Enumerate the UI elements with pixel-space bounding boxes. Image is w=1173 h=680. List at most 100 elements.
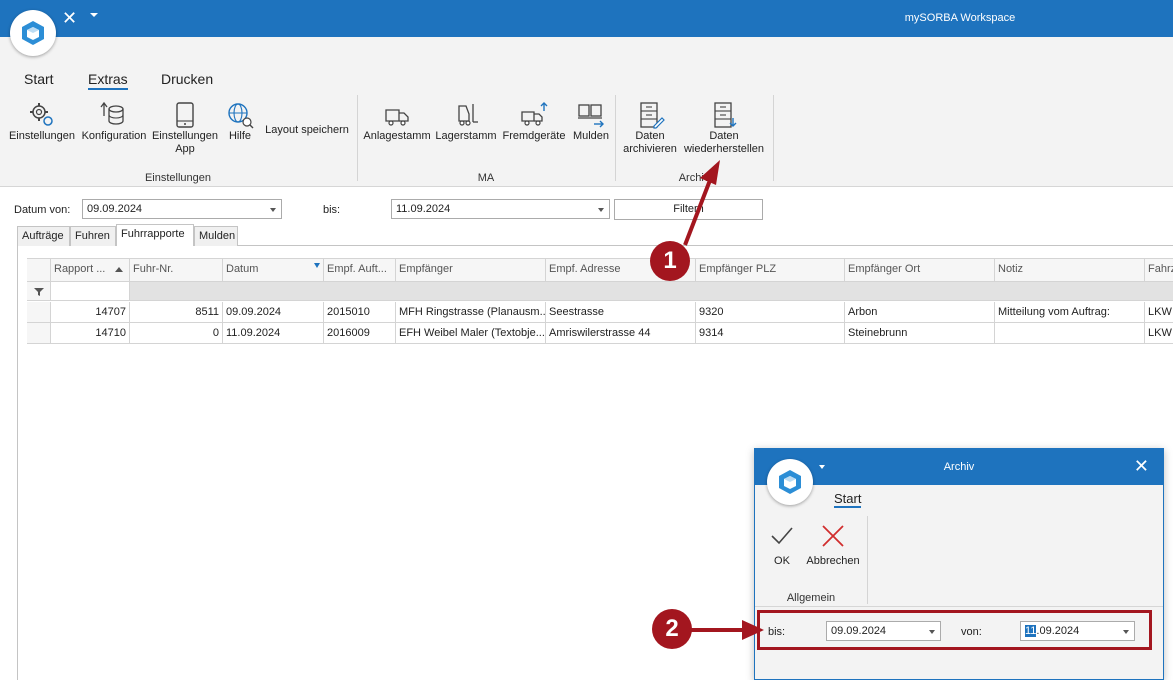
einstellungen-app-button[interactable]: Einstellungen App bbox=[150, 100, 220, 156]
column-header[interactable]: Empf. Auft... bbox=[324, 259, 396, 281]
daten-archivieren-label: Daten archivieren bbox=[623, 130, 677, 155]
hilfe-button[interactable]: Hilfe bbox=[222, 100, 258, 143]
filter-cell[interactable] bbox=[51, 282, 130, 300]
cell[interactable]: 14710 bbox=[51, 323, 130, 343]
annotation-marker-1: 1 bbox=[650, 241, 690, 281]
cell[interactable]: Seestrasse bbox=[546, 302, 696, 322]
column-header[interactable]: Fahrz bbox=[1145, 259, 1173, 281]
chevron-down-icon bbox=[598, 208, 604, 212]
daten-wiederherstellen-button[interactable]: Daten wiederherstellen bbox=[682, 100, 766, 156]
cell[interactable] bbox=[995, 323, 1145, 343]
datum-von-combo[interactable]: 09.09.2024 bbox=[82, 199, 282, 219]
row-indicator-header bbox=[27, 259, 51, 281]
ribbon-separator bbox=[357, 95, 358, 181]
bis-combo[interactable]: 11.09.2024 bbox=[391, 199, 610, 219]
truck-upload-icon bbox=[521, 102, 548, 126]
cell[interactable]: Amriswilerstrasse 44 bbox=[546, 323, 696, 343]
column-header[interactable]: Rapport ... bbox=[51, 259, 130, 281]
cell[interactable]: Mitteilung vom Auftrag: bbox=[995, 302, 1145, 322]
cell[interactable]: MFH Ringstrasse (Planausm... bbox=[396, 302, 546, 322]
konfiguration-button[interactable]: Konfiguration bbox=[80, 100, 148, 143]
fremdgeraete-button[interactable]: Fremdgeräte bbox=[500, 100, 568, 143]
datum-von-value: 09.09.2024 bbox=[87, 203, 143, 215]
cell[interactable]: Arbon bbox=[845, 302, 995, 322]
tab-auftraege[interactable]: Aufträge bbox=[17, 226, 70, 246]
filter-icon[interactable] bbox=[314, 263, 320, 268]
row-indicator bbox=[27, 302, 51, 322]
sort-ascending-icon bbox=[115, 267, 123, 272]
column-header[interactable]: Fuhr-Nr. bbox=[130, 259, 223, 281]
bis-value: 11.09.2024 bbox=[396, 203, 451, 215]
column-header[interactable]: Empfänger Ort bbox=[845, 259, 995, 281]
column-header[interactable]: Empfänger PLZ bbox=[696, 259, 845, 281]
dialog-tab-start[interactable]: Start bbox=[834, 491, 862, 508]
cancel-x-icon bbox=[822, 525, 844, 547]
datum-von-label: Datum von: bbox=[14, 204, 71, 216]
truck-icon bbox=[385, 109, 409, 126]
title-bar: ✕ mySORBA Workspace bbox=[0, 0, 1173, 37]
close-icon[interactable]: ✕ bbox=[1134, 457, 1149, 475]
column-header[interactable]: Notiz bbox=[995, 259, 1145, 281]
group-label-allgemein: Allgemein bbox=[786, 592, 836, 604]
forklift-icon bbox=[458, 104, 478, 126]
funnel-icon bbox=[34, 288, 44, 296]
cell[interactable]: 0 bbox=[130, 323, 223, 343]
cell[interactable]: 9320 bbox=[696, 302, 845, 322]
filtern-button[interactable]: Filtern bbox=[614, 199, 763, 220]
app-window: ✕ mySORBA Workspace Start Extras Drucken… bbox=[0, 0, 1173, 680]
hilfe-label: Hilfe bbox=[228, 130, 251, 142]
cell[interactable]: 2016009 bbox=[324, 323, 396, 343]
ok-label: OK bbox=[774, 555, 790, 567]
ribbon: Start Extras Drucken Einstellungen Konfi… bbox=[0, 37, 1173, 187]
einstellungen-button[interactable]: Einstellungen bbox=[8, 100, 76, 143]
app-title: mySORBA Workspace bbox=[904, 12, 1016, 24]
tab-fuhren[interactable]: Fuhren bbox=[70, 226, 116, 246]
cell[interactable]: EFH Weibel Maler (Textobje... bbox=[396, 323, 546, 343]
column-header[interactable]: Datum bbox=[223, 259, 324, 281]
anlagestamm-label: Anlagestamm bbox=[363, 130, 431, 142]
ribbon-separator bbox=[615, 95, 616, 181]
cell[interactable]: LKW bbox=[1145, 323, 1173, 343]
table-row[interactable]: 14707 8511 09.09.2024 2015010 MFH Ringst… bbox=[27, 302, 1173, 323]
tab-drucken[interactable]: Drucken bbox=[161, 71, 213, 87]
cell[interactable]: 14707 bbox=[51, 302, 130, 322]
cell[interactable]: Steinebrunn bbox=[845, 323, 995, 343]
lagerstamm-button[interactable]: Lagerstamm bbox=[434, 100, 498, 143]
cell[interactable]: 11.09.2024 bbox=[223, 323, 324, 343]
close-icon[interactable]: ✕ bbox=[62, 9, 77, 27]
grid-filter-row[interactable] bbox=[27, 282, 1173, 301]
layout-speichern-button[interactable]: Layout speichern bbox=[262, 124, 352, 137]
app-logo-icon[interactable] bbox=[767, 459, 813, 505]
grid-header: Rapport ... Fuhr-Nr. Datum Empf. Auft...… bbox=[27, 258, 1173, 282]
abbrechen-button[interactable]: Abbrechen bbox=[803, 523, 863, 568]
mulden-button[interactable]: Mulden bbox=[570, 100, 612, 143]
group-label-archiv: Archiv bbox=[678, 172, 710, 184]
tab-mulden[interactable]: Mulden bbox=[194, 226, 238, 246]
checkmark-icon bbox=[771, 527, 793, 545]
dialog-separator bbox=[867, 516, 868, 604]
column-header[interactable]: Empfänger bbox=[396, 259, 546, 281]
einstellungen-label: Einstellungen bbox=[8, 130, 76, 142]
cell[interactable]: 2015010 bbox=[324, 302, 396, 322]
daten-archivieren-button[interactable]: Daten archivieren bbox=[620, 100, 680, 156]
app-logo-icon[interactable] bbox=[10, 10, 56, 56]
cabinet-download-icon bbox=[714, 102, 737, 128]
cell[interactable]: LKW bbox=[1145, 302, 1173, 322]
table-row[interactable]: 14710 0 11.09.2024 2016009 EFH Weibel Ma… bbox=[27, 323, 1173, 344]
cell[interactable]: 09.09.2024 bbox=[223, 302, 324, 322]
tablet-icon bbox=[176, 102, 194, 128]
filter-bar: Datum von: 09.09.2024 bis: 11.09.2024 Fi… bbox=[0, 188, 1173, 228]
mulden-label: Mulden bbox=[572, 130, 610, 142]
tab-start[interactable]: Start bbox=[24, 71, 54, 87]
dialog-title: Archiv bbox=[943, 461, 975, 473]
quick-access-dropdown-icon[interactable] bbox=[90, 13, 98, 17]
annotation-highlight-box bbox=[757, 610, 1152, 650]
row-indicator bbox=[27, 323, 51, 343]
cell[interactable]: 9314 bbox=[696, 323, 845, 343]
anlagestamm-button[interactable]: Anlagestamm bbox=[362, 100, 432, 143]
group-label-ma: MA bbox=[477, 172, 495, 184]
cell[interactable]: 8511 bbox=[130, 302, 223, 322]
tab-fuhrrapporte[interactable]: Fuhrrapporte bbox=[116, 224, 194, 246]
tab-extras[interactable]: Extras bbox=[88, 71, 128, 90]
ok-button[interactable]: OK bbox=[765, 523, 799, 568]
